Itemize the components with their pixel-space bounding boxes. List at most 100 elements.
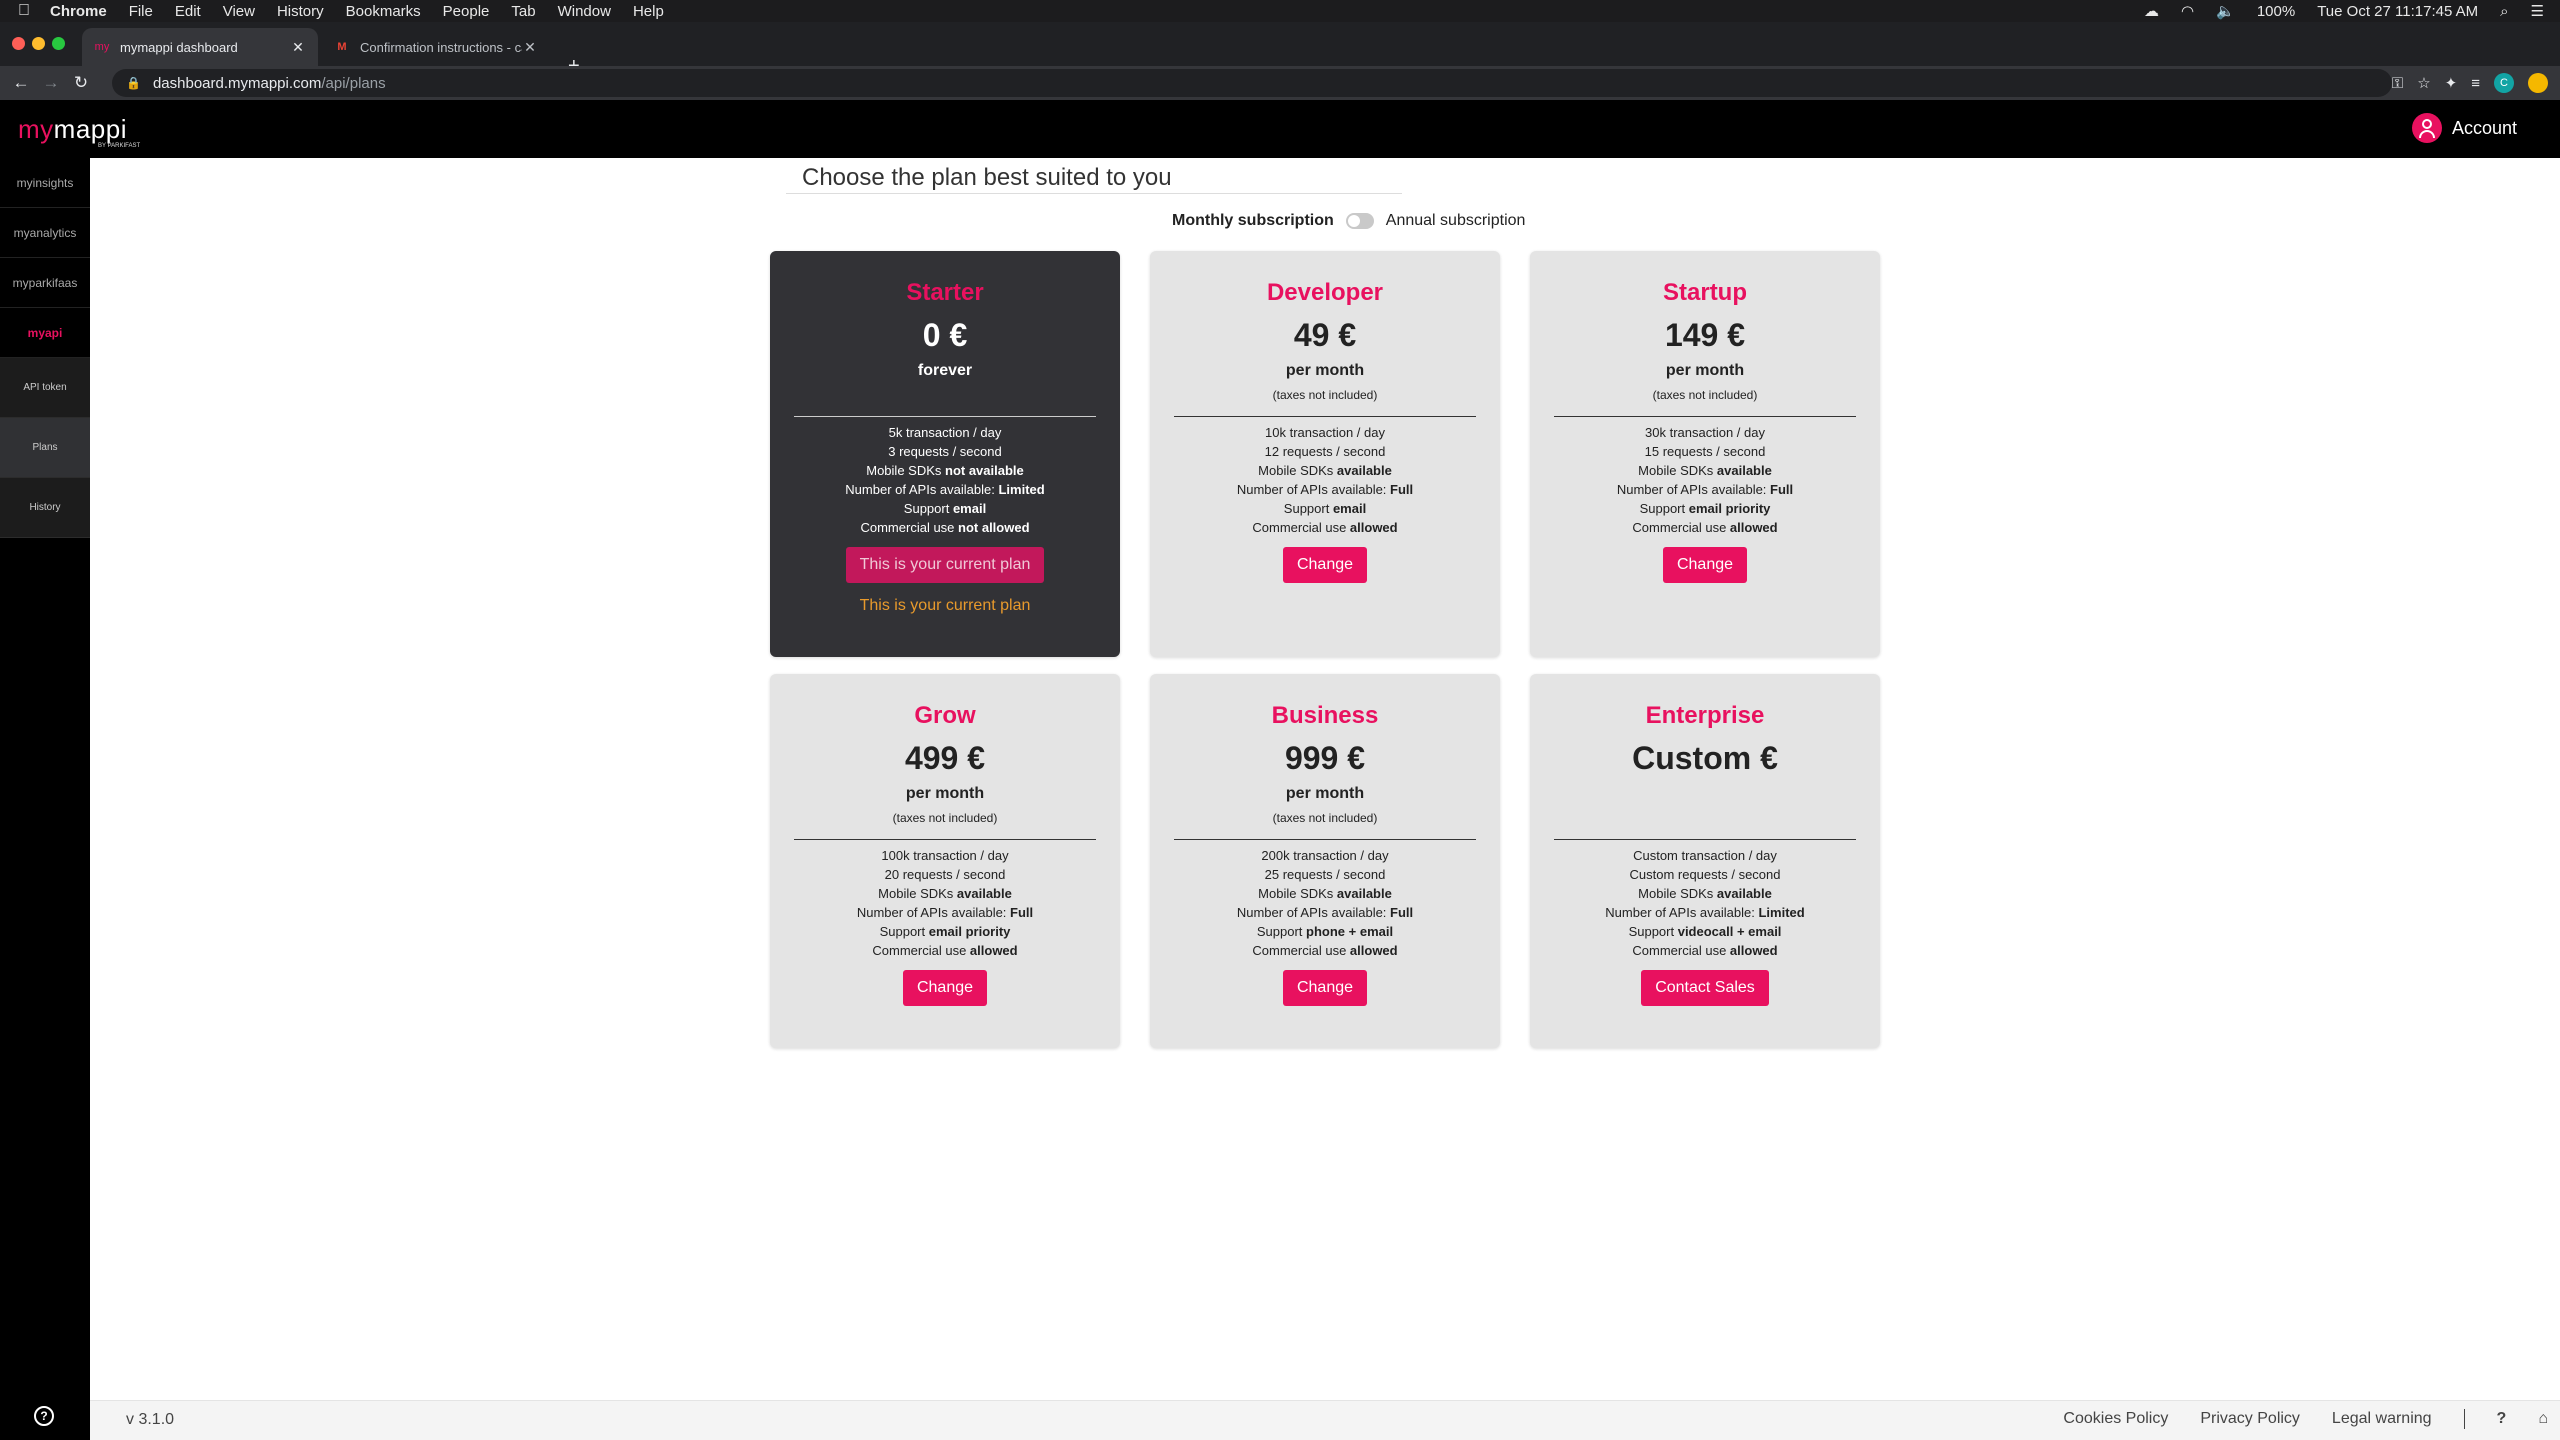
- address-bar[interactable]: 🔒 dashboard.mymappi.com/api/plans: [112, 69, 2392, 97]
- plan-tax-note: (taxes not included): [1652, 388, 1758, 402]
- forward-icon[interactable]: →: [36, 73, 66, 93]
- legal-warning-link[interactable]: Legal warning: [2332, 1410, 2432, 1428]
- clock[interactable]: Tue Oct 27 11:17:45 AM: [2317, 3, 2478, 20]
- mymappi-logo[interactable]: mymappi: [18, 114, 127, 145]
- toolbar-actions: ⚿ ☆ ✦ ≡ C: [2392, 66, 2548, 100]
- battery-percent[interactable]: 100%: [2257, 3, 2295, 20]
- plan-card-developer: Developer 49 € per month (taxes not incl…: [1150, 251, 1500, 657]
- plan-period: per month: [1285, 362, 1365, 379]
- monthly-label[interactable]: Monthly subscription: [1172, 212, 1334, 230]
- menu-view[interactable]: View: [223, 3, 255, 20]
- billing-period-switch[interactable]: [1345, 213, 1374, 229]
- extension-avatar[interactable]: C: [2494, 73, 2514, 93]
- plan-feature: Commercial use allowed: [1632, 520, 1778, 535]
- menu-file[interactable]: File: [129, 3, 153, 20]
- plan-name: Developer: [1266, 279, 1384, 306]
- menu-help[interactable]: Help: [633, 3, 664, 20]
- card-divider: [794, 416, 1096, 417]
- plan-period: per month: [905, 785, 985, 802]
- profile-avatar[interactable]: [2528, 73, 2548, 93]
- menu-history[interactable]: History: [277, 3, 324, 20]
- wifi-icon[interactable]: ◠: [2181, 2, 2194, 20]
- change-plan-button[interactable]: Change: [1662, 547, 1748, 583]
- plan-feature: 30k transaction / day: [1645, 425, 1765, 440]
- plan-price: 49 €: [1293, 317, 1357, 353]
- sidebar-item-myparkifaas[interactable]: myparkifaas: [0, 258, 90, 308]
- apple-icon[interactable]: : [18, 2, 40, 20]
- key-icon[interactable]: ⚿: [2392, 75, 2403, 92]
- spotlight-search-icon[interactable]: ⌕: [2500, 3, 2508, 20]
- window-minimize-icon[interactable]: [32, 37, 45, 50]
- account-menu[interactable]: Account: [2411, 113, 2517, 143]
- plan-feature: 15 requests / second: [1644, 444, 1766, 459]
- footer-links: Cookies Policy Privacy Policy Legal warn…: [2063, 1409, 2548, 1429]
- plan-feature: Support email: [903, 501, 987, 516]
- plan-feature: 5k transaction / day: [888, 425, 1002, 440]
- sidebar-subitem-history[interactable]: History: [0, 478, 90, 538]
- plan-feature: Support phone + email: [1256, 924, 1394, 939]
- plan-tax-note: (taxes not included): [1272, 388, 1378, 402]
- card-divider: [1174, 839, 1476, 840]
- billing-toggle: Monthly subscription Annual subscription: [1172, 212, 1525, 230]
- menu-tab[interactable]: Tab: [511, 3, 535, 20]
- sidebar-item-myanalytics[interactable]: myanalytics: [0, 208, 90, 258]
- reading-list-icon[interactable]: ≡: [2471, 75, 2480, 92]
- control-center-icon[interactable]: ☰: [2531, 2, 2544, 20]
- menu-people[interactable]: People: [443, 3, 490, 20]
- sidebar-subitem-api-token[interactable]: API token: [0, 358, 90, 418]
- menu-edit[interactable]: Edit: [175, 3, 201, 20]
- plan-feature: Number of APIs available: Limited: [1605, 905, 1805, 920]
- bookmark-star-icon[interactable]: ☆: [2417, 74, 2430, 92]
- mymappi-favicon-icon: my: [94, 41, 110, 53]
- plan-tax-note: (taxes not included): [892, 811, 998, 825]
- browser-tab-strip: my mymappi dashboard ✕ M Confirmation in…: [0, 22, 2560, 77]
- window-close-icon[interactable]: [12, 37, 25, 50]
- sidebar-item-myinsights[interactable]: myinsights: [0, 158, 90, 208]
- contact-sales-button[interactable]: Contact Sales: [1641, 970, 1769, 1006]
- plan-feature: Commercial use allowed: [1252, 943, 1398, 958]
- plan-card-startup: Startup 149 € per month (taxes not inclu…: [1530, 251, 1880, 657]
- cloud-icon[interactable]: ☁: [2144, 2, 2159, 20]
- tab-close-icon[interactable]: ✕: [290, 39, 306, 56]
- help-icon[interactable]: ?: [34, 1406, 54, 1426]
- change-plan-button[interactable]: Change: [1282, 970, 1368, 1006]
- plan-name: Grow: [914, 702, 976, 729]
- app-version: v 3.1.0: [126, 1411, 175, 1428]
- plan-feature: Mobile SDKs available: [878, 886, 1012, 901]
- sidebar-subitem-plans[interactable]: Plans: [0, 418, 90, 478]
- browser-tab-inactive[interactable]: M Confirmation instructions - ca ✕: [322, 28, 550, 66]
- plan-feature: Mobile SDKs available: [1258, 463, 1392, 478]
- tab-title: Confirmation instructions - ca: [360, 39, 522, 55]
- volume-icon[interactable]: 🔈: [2216, 2, 2235, 20]
- plan-feature: Commercial use not allowed: [860, 520, 1030, 535]
- menu-bookmarks[interactable]: Bookmarks: [346, 3, 421, 20]
- extensions-icon[interactable]: ✦: [2445, 74, 2458, 92]
- plan-price: 999 €: [1284, 740, 1366, 776]
- home-icon[interactable]: ⌂: [2538, 1410, 2548, 1428]
- back-icon[interactable]: ←: [6, 73, 36, 93]
- plan-feature: Commercial use allowed: [1632, 943, 1778, 958]
- account-label: Account: [2451, 117, 2517, 138]
- annual-label[interactable]: Annual subscription: [1386, 212, 1526, 230]
- browser-tab-active[interactable]: my mymappi dashboard ✕: [82, 28, 318, 66]
- reload-icon[interactable]: ↻: [66, 73, 96, 93]
- change-plan-button[interactable]: Change: [902, 970, 988, 1006]
- window-zoom-icon[interactable]: [52, 37, 65, 50]
- sidebar-item-myapi[interactable]: myapi: [0, 308, 90, 358]
- lock-icon[interactable]: 🔒: [126, 76, 141, 90]
- plan-feature: Number of APIs available: Limited: [845, 482, 1045, 497]
- menu-app-name[interactable]: Chrome: [50, 3, 107, 20]
- current-plan-button[interactable]: This is your current plan: [845, 547, 1045, 583]
- tab-close-icon[interactable]: ✕: [522, 39, 538, 56]
- cookies-policy-link[interactable]: Cookies Policy: [2063, 1410, 2168, 1428]
- plan-feature: Support email: [1283, 501, 1367, 516]
- footer-help-icon[interactable]: ?: [2497, 1410, 2507, 1428]
- mac-menubar:  Chrome File Edit View History Bookmark…: [0, 0, 2560, 22]
- plan-name: Enterprise: [1645, 702, 1765, 729]
- footer: v 3.1.0 Cookies Policy Privacy Policy Le…: [90, 1400, 2560, 1440]
- menu-window[interactable]: Window: [558, 3, 611, 20]
- plan-period: per month: [1665, 362, 1745, 379]
- plan-card-grow: Grow 499 € per month (taxes not included…: [770, 674, 1120, 1048]
- change-plan-button[interactable]: Change: [1282, 547, 1368, 583]
- privacy-policy-link[interactable]: Privacy Policy: [2200, 1410, 2300, 1428]
